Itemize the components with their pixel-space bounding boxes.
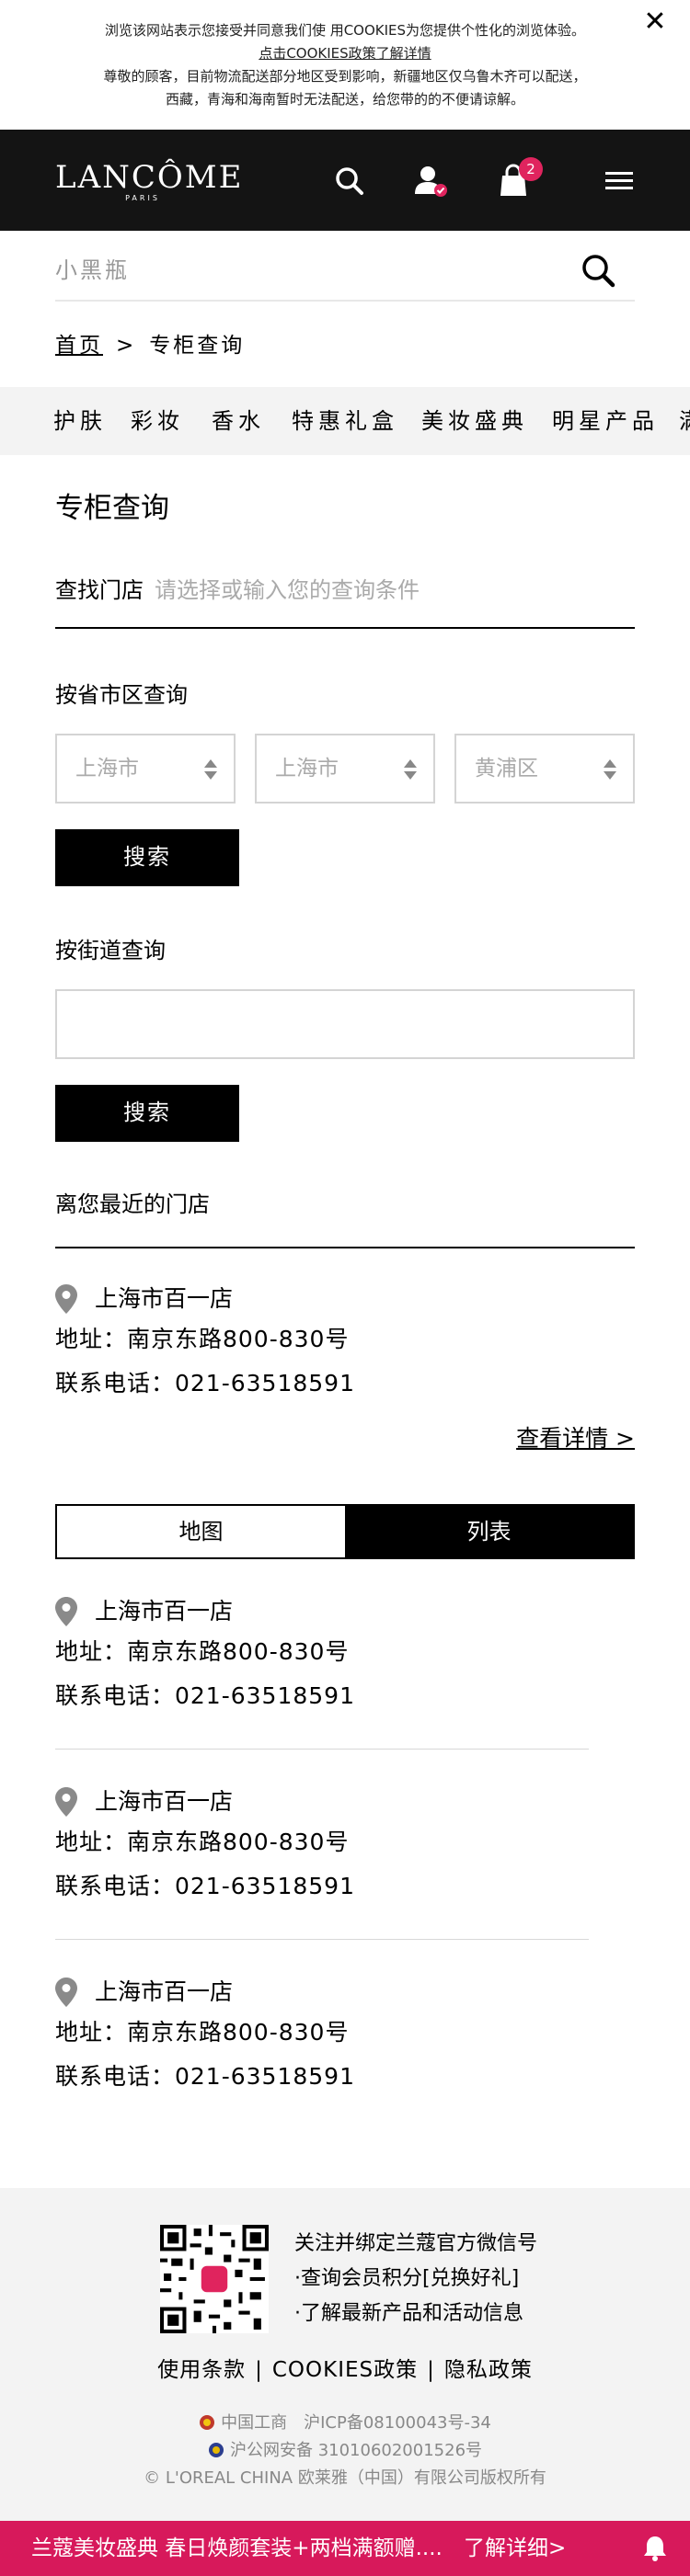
icp-line[interactable]: 中国工商 沪ICP备08100043号-34 xyxy=(0,2411,690,2436)
store-name: 上海市百一店 xyxy=(95,1285,234,1312)
finder-label: 查找门店 xyxy=(55,577,144,603)
gongshang-badge-icon xyxy=(200,2415,215,2430)
store-phone: 联系电话：021-63518591 xyxy=(55,1370,355,1396)
nav-item-makeup[interactable]: 彩妆 xyxy=(131,405,184,437)
district-select[interactable]: 黄浦区 xyxy=(454,734,635,804)
location-pin-icon xyxy=(55,1978,77,2007)
city-value: 上海市 xyxy=(275,757,339,781)
breadcrumb-current: 专柜查询 xyxy=(149,334,246,358)
city-select[interactable]: 上海市 xyxy=(255,734,435,804)
province-value: 上海市 xyxy=(75,757,139,781)
search-bar xyxy=(55,235,635,302)
store-address: 地址：南京东路800-830号 xyxy=(55,1829,350,1855)
gongan-text: 沪公网安备 31010602001526号 xyxy=(229,2441,483,2460)
store-phone: 联系电话：021-63518591 xyxy=(55,1873,355,1899)
list-item[interactable]: 上海市百一店 地址：南京东路800-830号 联系电话：021-63518591 xyxy=(55,1974,607,2099)
cookie-text-line3: 尊敬的顾客，目前物流配送部分地区受到影响，新疆地区仅乌鲁木齐可以配送， xyxy=(103,68,587,85)
region-search-heading: 按省市区查询 xyxy=(55,682,188,708)
store-phone: 联系电话：021-63518591 xyxy=(55,2063,355,2090)
view-toggle: 地图 列表 xyxy=(55,1504,635,1559)
store-finder: 查找门店 xyxy=(55,570,635,629)
list-divider xyxy=(55,1939,589,1940)
wechat-title: 关注并绑定兰蔻官方微信号 xyxy=(294,2232,538,2255)
street-input[interactable] xyxy=(55,989,635,1059)
list-item[interactable]: 上海市百一店 地址：南京东路800-830号 联系电话：021-63518591 xyxy=(55,1593,607,1718)
wechat-line2: ·了解最新产品和活动信息 xyxy=(294,2302,523,2325)
police-badge-icon xyxy=(208,2443,224,2457)
site-footer: 关注并绑定兰蔻官方微信号 ·查询会员积分[兑换好礼] ·了解最新产品和活动信息 … xyxy=(0,2188,690,2521)
district-value: 黄浦区 xyxy=(475,757,538,781)
privacy-policy-link[interactable]: 隐私政策 xyxy=(444,2358,533,2382)
account-icon[interactable] xyxy=(412,163,449,199)
wechat-qr-code xyxy=(160,2225,269,2333)
breadcrumb-home[interactable]: 首页 xyxy=(55,334,103,358)
link-separator: | xyxy=(255,2358,263,2382)
view-detail-link[interactable]: 查看详情 > xyxy=(516,1420,635,1457)
location-pin-icon xyxy=(55,1284,77,1314)
select-arrows-icon xyxy=(404,759,417,780)
bell-icon[interactable] xyxy=(640,2534,670,2563)
site-header: LANCÔME PARIS 2 xyxy=(0,130,690,231)
store-address: 地址：南京东路800-830号 xyxy=(55,1638,350,1665)
gongan-line[interactable]: 沪公网安备 31010602001526号 xyxy=(0,2438,690,2464)
province-select[interactable]: 上海市 xyxy=(55,734,236,804)
footer-links: 使用条款 | COOKIES政策 | 隐私政策 xyxy=(0,2354,690,2387)
tab-map[interactable]: 地图 xyxy=(57,1506,345,1557)
icp-text: 中国工商 沪ICP备08100043号-34 xyxy=(221,2413,491,2433)
nav-item-more[interactable]: 满 xyxy=(679,405,690,437)
list-divider xyxy=(55,1749,589,1750)
list-item[interactable]: 上海市百一店 地址：南京东路800-830号 联系电话：021-63518591 xyxy=(55,1784,607,1909)
close-icon[interactable]: ✕ xyxy=(640,7,670,37)
store-name: 上海市百一店 xyxy=(95,1598,234,1624)
search-input[interactable] xyxy=(55,254,570,287)
store-name: 上海市百一店 xyxy=(95,1978,234,2005)
wechat-line1: ·查询会员积分[兑换好礼] xyxy=(294,2267,520,2290)
nearest-store: 上海市百一店 地址：南京东路800-830号 联系电话：021-63518591 xyxy=(55,1281,607,1406)
nav-item-star-products[interactable]: 明星产品 xyxy=(552,405,659,437)
terms-link[interactable]: 使用条款 xyxy=(157,2358,246,2382)
lancome-logo[interactable]: LANCÔME PARIS xyxy=(55,159,244,203)
logo-brand: LANCÔME xyxy=(55,159,244,196)
menu-icon[interactable] xyxy=(602,163,638,199)
nav-item-fragrance[interactable]: 香水 xyxy=(212,405,265,437)
search-icon[interactable] xyxy=(580,252,616,289)
search-icon[interactable] xyxy=(331,163,368,199)
promo-message: 兰蔻美妆盛典 春日焕颜套装+两档满额赠.... xyxy=(31,2536,443,2560)
nav-item-gift-sets[interactable]: 特惠礼盒 xyxy=(292,405,398,437)
copyright: © L'OREAL CHINA 欧莱雅（中国）有限公司版权所有 xyxy=(144,2468,546,2488)
cookies-policy-link[interactable]: COOKIES政策 xyxy=(272,2358,418,2382)
nearest-heading-bar: 离您最近的门店 xyxy=(55,1188,635,1248)
promo-banner[interactable]: 兰蔻美妆盛典 春日焕颜套装+两档满额赠.... 了解详细> xyxy=(0,2521,690,2576)
cart-icon[interactable]: 2 xyxy=(497,157,543,199)
promo-more-link[interactable]: 了解详细> xyxy=(464,2521,566,2576)
page-title: 专柜查询 xyxy=(55,492,169,525)
location-pin-icon xyxy=(55,1597,77,1626)
region-search-button[interactable]: 搜索 xyxy=(55,829,239,886)
store-name: 上海市百一店 xyxy=(95,1788,234,1815)
street-search-button[interactable]: 搜索 xyxy=(55,1085,239,1142)
category-nav: 护肤 彩妆 香水 特惠礼盒 美妆盛典 明星产品 满 xyxy=(0,387,690,455)
nav-item-skincare[interactable]: 护肤 xyxy=(53,405,107,437)
cookie-banner: 浏览该网站表示您接受并同意我们使 用COOKIES为您提供个性化的浏览体验。 点… xyxy=(0,0,690,130)
select-arrows-icon xyxy=(204,759,217,780)
tab-list[interactable]: 列表 xyxy=(345,1506,633,1557)
store-address: 地址：南京东路800-830号 xyxy=(55,1326,350,1352)
link-separator: | xyxy=(427,2358,435,2382)
select-arrows-icon xyxy=(604,759,616,780)
cart-count-badge: 2 xyxy=(519,157,543,181)
nearest-heading: 离您最近的门店 xyxy=(55,1191,210,1217)
cookie-text-line4: 西藏，青海和海南暂时无法配送，给您带的的不便请谅解。 xyxy=(165,91,524,108)
store-phone: 联系电话：021-63518591 xyxy=(55,1682,355,1709)
breadcrumb-separator: > xyxy=(116,334,137,358)
breadcrumb: 首页 > 专柜查询 xyxy=(55,329,245,362)
finder-input[interactable] xyxy=(155,574,615,607)
nav-item-beauty-festival[interactable]: 美妆盛典 xyxy=(421,405,528,437)
cookie-text-line1: 浏览该网站表示您接受并同意我们使 用COOKIES为您提供个性化的浏览体验。 xyxy=(104,22,586,39)
street-search-heading: 按街道查询 xyxy=(55,938,166,963)
cookie-policy-link[interactable]: 点击COOKIES政策了解详情 xyxy=(0,42,690,65)
location-pin-icon xyxy=(55,1787,77,1817)
store-address: 地址：南京东路800-830号 xyxy=(55,2019,350,2046)
